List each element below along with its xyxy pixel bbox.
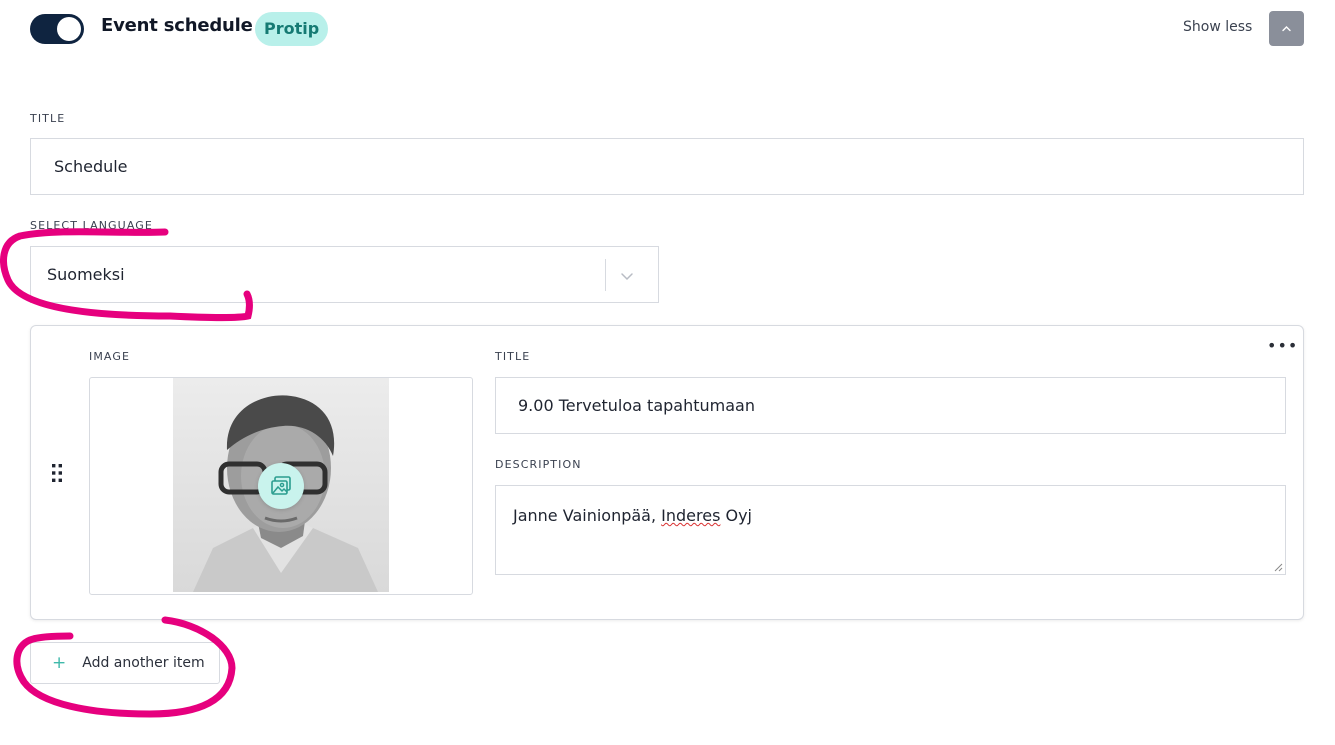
plus-icon: + (52, 653, 67, 673)
add-item-label: Add another item (82, 655, 205, 671)
protip-badge[interactable]: Protip (255, 12, 329, 46)
select-separator (605, 259, 606, 291)
chevron-up-icon (1282, 26, 1291, 32)
spellcheck-word: Inderes (661, 506, 721, 525)
image-label: IMAGE (89, 350, 131, 363)
section-toggle[interactable] (30, 14, 84, 44)
chevron-down-icon[interactable] (619, 268, 635, 284)
item-title-label: TITLE (495, 350, 531, 363)
change-image-button[interactable] (258, 463, 304, 509)
collapse-button[interactable] (1269, 11, 1304, 46)
description-label: DESCRIPTION (495, 458, 582, 471)
resize-handle-icon[interactable] (1273, 562, 1283, 572)
toggle-knob (57, 17, 81, 41)
language-label: SELECT LANGUAGE (30, 219, 153, 232)
description-textarea[interactable]: Janne Vainionpää, Inderes Oyj (495, 485, 1286, 575)
title-input[interactable]: Schedule (30, 138, 1304, 195)
more-horizontal-icon[interactable]: ••• (1267, 338, 1298, 354)
language-select[interactable]: Suomeksi (30, 246, 659, 303)
drag-handle-icon[interactable] (50, 462, 64, 484)
language-select-value: Suomeksi (47, 265, 125, 284)
title-label: TITLE (30, 112, 66, 125)
image-icon (271, 476, 291, 495)
description-text: Janne Vainionpää, Inderes Oyj (513, 506, 752, 525)
show-less-link[interactable]: Show less (1183, 19, 1252, 35)
section-title: Event schedule (101, 15, 253, 36)
add-item-button[interactable]: + Add another item (30, 642, 220, 684)
item-title-input[interactable]: 9.00 Tervetuloa tapahtumaan (495, 377, 1286, 434)
